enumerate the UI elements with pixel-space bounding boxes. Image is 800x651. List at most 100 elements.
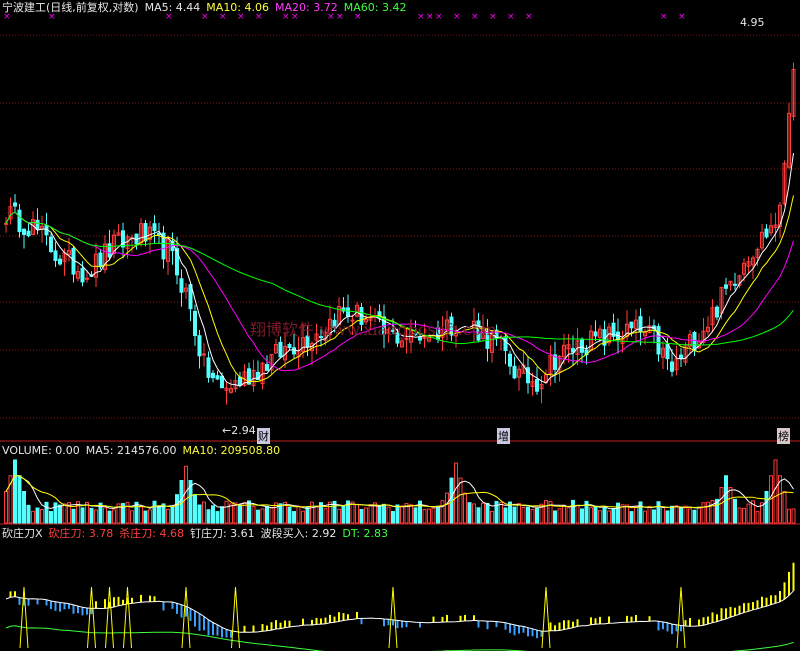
candle-body	[503, 336, 508, 352]
candle-body	[535, 379, 539, 392]
volume-bar	[643, 510, 647, 524]
volume-bar	[350, 501, 355, 524]
volume-bar	[742, 508, 746, 524]
candle-body	[35, 219, 40, 230]
volume-bar	[125, 501, 130, 524]
ma20-value: MA20: 3.72	[275, 1, 338, 14]
ma10-line	[5, 195, 794, 383]
volume-bar	[481, 502, 485, 524]
event-marker-rank[interactable]: 榜	[777, 428, 790, 444]
volume-bar	[764, 491, 769, 524]
volume-bar	[755, 511, 760, 524]
volume-bar	[238, 504, 242, 524]
volume-bar	[35, 507, 40, 524]
candle-body	[17, 209, 22, 233]
volume-bar	[634, 505, 638, 524]
candle-body	[665, 344, 670, 360]
chart-title: 宁波建工(日线,前复权,对数)	[2, 1, 139, 14]
candle-body	[215, 375, 220, 380]
volume-bar	[773, 459, 778, 524]
volume-bar	[256, 509, 260, 524]
candle-body	[179, 278, 184, 293]
candle-body	[197, 335, 202, 357]
volume-bar	[400, 505, 404, 524]
volume-bar	[746, 503, 751, 524]
buy-signal-spike	[19, 586, 29, 649]
low-price-value: 2.94	[231, 424, 256, 437]
volume-bar	[71, 508, 76, 524]
volume-bar	[571, 499, 575, 524]
volume-bar	[719, 487, 724, 524]
candle-body	[265, 364, 269, 371]
candle-body	[629, 321, 634, 329]
volume-bar	[247, 500, 251, 524]
volume-bar	[431, 507, 436, 524]
candle-body	[580, 338, 584, 353]
volume-bar	[580, 508, 584, 524]
volume-bar	[260, 508, 265, 524]
candle-body	[670, 361, 674, 372]
volume-bar	[697, 506, 701, 524]
volume-bar	[517, 503, 521, 524]
volume-bar	[26, 504, 31, 524]
volume-bar	[364, 507, 368, 524]
volume-bar	[103, 507, 107, 524]
volume-bar	[787, 508, 791, 524]
volume-bar	[328, 501, 332, 524]
volume-bar	[409, 504, 413, 524]
signal-mark: ×	[507, 12, 515, 22]
candle-body	[193, 310, 197, 337]
candle-body	[724, 284, 728, 289]
candle-body	[211, 372, 215, 379]
volume-bar	[422, 508, 427, 524]
signal-mark: ×	[417, 12, 425, 22]
volume-bar	[701, 502, 706, 524]
volume-bar	[440, 500, 445, 524]
candle-body	[13, 202, 17, 207]
volume-bar	[679, 507, 683, 524]
candle-body	[98, 252, 103, 267]
volume-bar	[292, 511, 296, 524]
volume-bar	[733, 498, 737, 524]
candle-body	[49, 236, 53, 253]
indicator-header: 砍庄刀X 砍庄刀: 3.78 杀庄刀: 4.68 钉庄刀: 3.61 波段买入: 2.9…	[2, 527, 394, 540]
volume-bar	[728, 487, 733, 524]
volume-bar	[274, 502, 278, 524]
volume-bar	[148, 509, 152, 524]
candle-body	[143, 223, 148, 242]
boduan-value: 波段买入: 2.92	[260, 527, 337, 540]
ding-value: 钉庄刀: 3.61	[189, 527, 255, 540]
volume-bar	[413, 507, 418, 524]
volume-bar	[22, 491, 26, 524]
high-price-label: 4.95	[740, 16, 765, 29]
volume-bar	[391, 511, 395, 524]
signal-mark: ×	[426, 12, 434, 22]
volume-bar	[368, 504, 373, 524]
volume-bar	[206, 509, 211, 524]
volume-bar	[323, 508, 328, 524]
ma60-value: MA60: 3.42	[343, 1, 407, 14]
volume-bar	[602, 506, 607, 524]
volume-bar	[683, 505, 688, 524]
volume-bar	[593, 506, 598, 524]
volume-ma10-line	[5, 475, 794, 509]
volume-bar	[589, 507, 593, 524]
volume-bar	[49, 511, 53, 524]
volume-bar	[31, 510, 35, 524]
event-marker-finance[interactable]: 财	[257, 428, 270, 444]
volume-bar	[341, 505, 346, 524]
event-marker-increase[interactable]: 增	[497, 428, 510, 444]
volume-bar	[337, 508, 341, 524]
volume-bar	[674, 505, 679, 524]
volume-bar	[305, 506, 310, 524]
volume-bar	[476, 507, 481, 524]
volume-bar	[202, 501, 206, 524]
volume-bar	[80, 507, 85, 524]
signal-mark: ×	[660, 12, 668, 22]
candle-body	[692, 332, 697, 352]
volume-bar	[472, 503, 476, 524]
volume-bar	[566, 507, 571, 524]
sha-value: 杀庄刀: 4.68	[119, 527, 184, 540]
buy-signal-spike	[541, 586, 551, 649]
volume-bar	[692, 509, 697, 524]
